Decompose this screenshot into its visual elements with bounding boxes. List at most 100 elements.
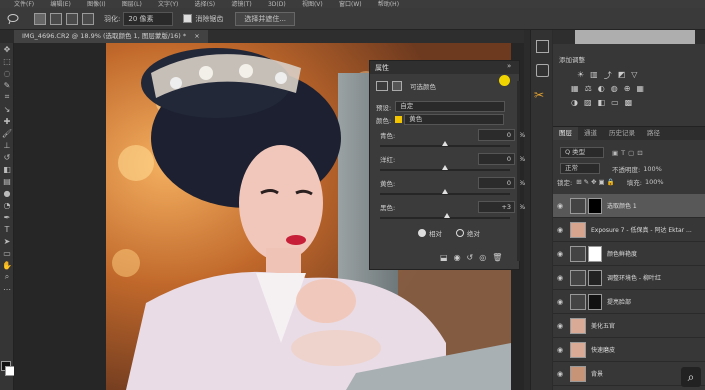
color-balance-icon[interactable]: ⚖ bbox=[585, 84, 592, 93]
mask-thumbnail[interactable] bbox=[588, 197, 602, 214]
eye-icon[interactable]: ◉ bbox=[553, 346, 567, 354]
healing-tool-icon[interactable]: ✚ bbox=[0, 115, 14, 127]
edit-toolbar-icon[interactable]: ⋯ bbox=[0, 283, 14, 295]
layer-row[interactable]: ◉ Exposure 7 - 低保真 - 阿达 Ektar ... bbox=[553, 218, 705, 242]
eye-icon[interactable]: ◉ bbox=[553, 274, 567, 282]
subtract-selection-button[interactable] bbox=[66, 12, 78, 25]
tab-paths[interactable]: 路径 bbox=[641, 127, 666, 140]
lasso-tool-icon[interactable]: ◌ bbox=[0, 67, 14, 79]
feather-input[interactable]: 20 像素 bbox=[123, 11, 174, 26]
layer-row[interactable]: ◉ 选取颜色 1 bbox=[553, 194, 705, 218]
mask-icon[interactable] bbox=[392, 81, 402, 91]
shape-tool-icon[interactable]: ▭ bbox=[0, 247, 14, 259]
layer-row[interactable]: ◉ 提亮脸部 bbox=[553, 290, 705, 314]
posterize-icon[interactable]: ▨ bbox=[584, 98, 592, 107]
layer-row[interactable]: ◉ 调整环境色 - 柳叶红 bbox=[553, 266, 705, 290]
radio-absolute[interactable] bbox=[456, 229, 464, 237]
move-tool-icon[interactable]: ✥ bbox=[0, 43, 14, 55]
new-selection-button[interactable] bbox=[34, 12, 46, 25]
eye-icon[interactable]: ◉ bbox=[553, 298, 567, 306]
select-and-mask-button[interactable]: 选择并遮住... bbox=[235, 11, 296, 26]
slider-value-yellow[interactable]: 0 bbox=[478, 177, 515, 189]
slider-value-black[interactable]: +3 bbox=[478, 201, 515, 213]
tab-layers[interactable]: 图层 bbox=[553, 127, 578, 140]
color-lookup-icon[interactable]: ▦ bbox=[636, 84, 644, 93]
levels-icon[interactable]: ▥ bbox=[590, 70, 598, 81]
eye-icon[interactable]: ◉ bbox=[553, 370, 567, 378]
fill-value[interactable]: 100% bbox=[645, 178, 664, 186]
slider-thumb[interactable] bbox=[442, 165, 448, 170]
marquee-tool-icon[interactable]: ⬚ bbox=[0, 55, 14, 67]
tab-channels[interactable]: 通道 bbox=[578, 127, 603, 140]
scrollbar[interactable] bbox=[517, 81, 520, 261]
path-select-tool-icon[interactable]: ➤ bbox=[0, 235, 14, 247]
layer-row[interactable]: ◉ 快速磨皮 bbox=[553, 338, 705, 362]
delete-icon[interactable]: 🗑 bbox=[492, 253, 502, 262]
slider-thumb[interactable] bbox=[442, 189, 448, 194]
eye-icon[interactable]: ◉ bbox=[553, 202, 567, 210]
threshold-icon[interactable]: ◧ bbox=[598, 98, 606, 107]
color-select[interactable]: 黄色 bbox=[404, 114, 505, 125]
lock-icons[interactable]: ⊞✎✥▣🔒 bbox=[576, 178, 617, 186]
mask-thumbnail[interactable] bbox=[588, 269, 602, 286]
blur-tool-icon[interactable]: ● bbox=[0, 187, 14, 199]
photo-filter-icon[interactable]: ◍ bbox=[611, 84, 618, 93]
collapse-icon[interactable]: » bbox=[507, 62, 511, 70]
type-tool-icon[interactable]: T bbox=[0, 223, 14, 235]
eye-icon[interactable]: ◉ bbox=[553, 250, 567, 258]
view-previous-icon[interactable]: ◉ bbox=[454, 253, 461, 262]
tools-panel-icon[interactable]: ✂ bbox=[534, 88, 544, 102]
reset-icon[interactable]: ↺ bbox=[467, 253, 474, 262]
mask-thumbnail[interactable] bbox=[588, 245, 602, 262]
intersect-selection-button[interactable] bbox=[82, 12, 94, 25]
blend-mode-select[interactable]: 正常 bbox=[560, 163, 600, 174]
brightness-icon[interactable]: ☀ bbox=[577, 70, 584, 81]
gradient-tool-icon[interactable]: ▤ bbox=[0, 175, 14, 187]
dodge-tool-icon[interactable]: ◔ bbox=[0, 199, 14, 211]
tab-history[interactable]: 历史记录 bbox=[603, 127, 641, 140]
filter-icons[interactable]: ▣T▢⊡ bbox=[612, 149, 646, 157]
channel-mixer-icon[interactable]: ⊕ bbox=[624, 84, 631, 93]
mask-thumbnail[interactable] bbox=[588, 293, 602, 310]
vibrance-icon[interactable]: ▽ bbox=[631, 70, 637, 81]
invert-icon[interactable]: ◑ bbox=[571, 98, 578, 107]
radio-relative[interactable] bbox=[418, 229, 426, 237]
hand-tool-icon[interactable]: ✋ bbox=[0, 259, 14, 271]
history-brush-tool-icon[interactable]: ↺ bbox=[0, 151, 14, 163]
add-selection-button[interactable] bbox=[50, 12, 62, 25]
eraser-tool-icon[interactable]: ◧ bbox=[0, 163, 14, 175]
adjustments-panel-icon[interactable] bbox=[536, 64, 549, 77]
slider-value-magenta[interactable]: 0 bbox=[478, 153, 515, 165]
search-icon[interactable]: ⌕ bbox=[681, 367, 701, 387]
brush-tool-icon[interactable]: 🖌 bbox=[0, 127, 14, 139]
eye-icon[interactable]: ◉ bbox=[553, 322, 567, 330]
opacity-value[interactable]: 100% bbox=[643, 165, 662, 173]
close-icon[interactable]: × bbox=[194, 32, 199, 40]
quick-select-tool-icon[interactable]: ✎ bbox=[0, 79, 14, 91]
lasso-tool-preset[interactable] bbox=[6, 13, 20, 25]
layer-kind-filter[interactable]: Q 类型 bbox=[560, 147, 604, 158]
stamp-tool-icon[interactable]: ⊥ bbox=[0, 139, 14, 151]
hue-sat-icon[interactable]: ▦ bbox=[571, 84, 579, 93]
slider-thumb[interactable] bbox=[443, 213, 450, 218]
eye-icon[interactable]: ◉ bbox=[553, 226, 567, 234]
selective-color-icon[interactable]: ▩ bbox=[625, 98, 633, 107]
bw-icon[interactable]: ◐ bbox=[598, 84, 605, 93]
properties-panel-icon[interactable] bbox=[536, 40, 549, 53]
pen-tool-icon[interactable]: ✒ bbox=[0, 211, 14, 223]
antialias-toggle[interactable]: 消除锯齿 bbox=[183, 14, 223, 24]
antialias-checkbox[interactable] bbox=[183, 14, 193, 23]
gradient-map-icon[interactable]: ▭ bbox=[611, 98, 619, 107]
zoom-tool-icon[interactable]: ⌕ bbox=[0, 271, 14, 283]
eyedropper-tool-icon[interactable]: ↘ bbox=[0, 103, 14, 115]
layer-row[interactable]: ◉ 美化五官 bbox=[553, 314, 705, 338]
clip-to-layer-icon[interactable]: ⬓ bbox=[440, 253, 448, 262]
exposure-icon[interactable]: ◩ bbox=[618, 70, 626, 81]
preset-select[interactable]: 自定 bbox=[395, 101, 506, 112]
slider-value-cyan[interactable]: 0 bbox=[478, 129, 515, 141]
curves-icon[interactable]: ⤴ bbox=[604, 70, 612, 81]
visibility-icon[interactable]: ◎ bbox=[479, 253, 486, 262]
crop-tool-icon[interactable]: ⌗ bbox=[0, 91, 14, 103]
document-tab[interactable]: IMG_4696.CR2 @ 18.9% (选取颜色 1, 图层蒙版/16) *… bbox=[14, 30, 208, 43]
slider-thumb[interactable] bbox=[442, 141, 448, 146]
